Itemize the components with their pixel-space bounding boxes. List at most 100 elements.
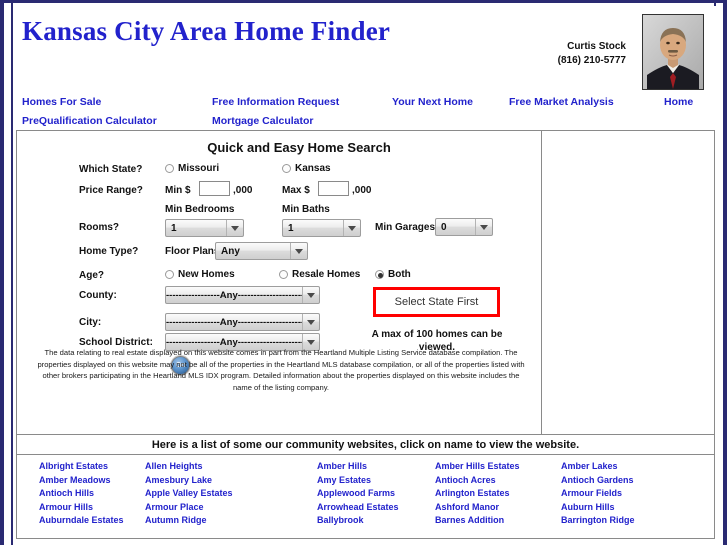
main-panel: Quick and Easy Home Search Which State? … — [16, 130, 715, 435]
min-garages-value: 0 — [441, 221, 447, 233]
min-bedrooms-select[interactable]: 1 — [165, 219, 244, 237]
community-link[interactable]: Barrington Ridge — [561, 515, 701, 529]
community-link[interactable]: Apple Valley Estates — [145, 488, 317, 502]
community-link[interactable]: Armour Fields — [561, 488, 701, 502]
radio-age-resale-homes[interactable]: Resale Homes — [279, 269, 360, 280]
agent-block: Curtis Stock (816) 210-5777 — [504, 14, 704, 90]
list-item: Amber Meadows Amesbury Lake Amy Estates … — [17, 475, 714, 489]
nav-link-your-next-home[interactable]: Your Next Home — [392, 96, 473, 108]
community-link[interactable]: Autumn Ridge — [145, 515, 317, 529]
community-link[interactable]: Auburndale Estates — [17, 515, 145, 529]
community-link[interactable]: Arlington Estates — [435, 488, 561, 502]
radio-kansas-label: Kansas — [295, 163, 331, 174]
price-max-input[interactable] — [318, 181, 349, 196]
nav-link-prequalification-calculator[interactable]: PreQualification Calculator — [22, 115, 157, 127]
community-link[interactable]: Amber Hills — [317, 461, 435, 475]
floor-plans-select[interactable]: Any — [215, 242, 308, 260]
list-item: Antioch Hills Apple Valley Estates Apple… — [17, 488, 714, 502]
community-link[interactable]: Amber Lakes — [561, 461, 701, 475]
home-search-form: Quick and Easy Home Search Which State? … — [17, 131, 542, 434]
label-rooms: Rooms? — [79, 222, 119, 233]
community-link[interactable]: Allen Heights — [145, 461, 317, 475]
community-heading-bar: Here is a list of some our community web… — [16, 435, 715, 455]
community-link[interactable]: Antioch Gardens — [561, 475, 701, 489]
community-link[interactable]: Ashford Manor — [435, 502, 561, 516]
community-link[interactable]: Auburn Hills — [561, 502, 701, 516]
select-state-first-button[interactable]: Select State First — [373, 287, 500, 317]
page-content: Kansas City Area Home Finder Curtis Stoc… — [14, 6, 717, 545]
community-link[interactable]: Arrowhead Estates — [317, 502, 435, 516]
label-price-max-suffix: ,000 — [352, 185, 372, 196]
chevron-down-icon — [302, 287, 319, 303]
list-item: Armour Hills Armour Place Arrowhead Esta… — [17, 502, 714, 516]
nav-link-homes-for-sale[interactable]: Homes For Sale — [22, 96, 101, 108]
frame-rule-left — [11, 3, 13, 545]
community-link[interactable]: Antioch Hills — [17, 488, 145, 502]
school-district-value: -----------------Any--------------------… — [166, 336, 302, 348]
city-select[interactable]: -----------------Any--------------------… — [165, 313, 320, 331]
community-link[interactable]: Amber Hills Estates — [435, 461, 561, 475]
label-price-min-prefix: Min $ — [165, 185, 191, 196]
list-item: Auburndale Estates Autumn Ridge Ballybro… — [17, 515, 714, 529]
radio-age-both[interactable]: Both — [375, 269, 411, 280]
page-frame: Kansas City Area Home Finder Curtis Stoc… — [0, 0, 727, 545]
agent-portrait-icon — [643, 15, 703, 89]
nav-link-free-market-analysis[interactable]: Free Market Analysis — [509, 96, 614, 108]
chevron-down-icon — [290, 243, 307, 259]
site-header: Kansas City Area Home Finder Curtis Stoc… — [14, 6, 717, 92]
radio-resale-homes-label: Resale Homes — [292, 269, 361, 280]
select-state-first-label: Select State First — [394, 296, 479, 308]
community-link[interactable]: Armour Hills — [17, 502, 145, 516]
community-links-grid: Albright Estates Allen Heights Amber Hil… — [16, 455, 715, 539]
nav-link-free-information-request[interactable]: Free Information Request — [212, 96, 339, 108]
radio-state-missouri[interactable]: Missouri — [165, 163, 219, 174]
chevron-down-icon — [343, 220, 360, 236]
label-county: County: — [79, 290, 117, 301]
avatar — [642, 14, 704, 90]
community-link[interactable]: Ballybrook — [317, 515, 435, 529]
min-garages-select[interactable]: 0 — [435, 218, 493, 236]
radio-missouri-icon — [165, 164, 174, 173]
community-link[interactable]: Amesbury Lake — [145, 475, 317, 489]
community-link[interactable]: Barnes Addition — [435, 515, 561, 529]
nav-link-home[interactable]: Home — [664, 96, 693, 108]
label-which-state: Which State? — [79, 164, 143, 175]
label-min-baths: Min Baths — [282, 204, 330, 215]
radio-kansas-icon — [282, 164, 291, 173]
min-baths-select[interactable]: 1 — [282, 219, 361, 237]
label-price-max-prefix: Max $ — [282, 185, 310, 196]
radio-missouri-label: Missouri — [178, 163, 220, 174]
county-value: -----------------Any--------------------… — [166, 289, 302, 301]
label-price-range: Price Range? — [79, 185, 143, 196]
county-select[interactable]: -----------------Any--------------------… — [165, 286, 320, 304]
min-bedrooms-value: 1 — [171, 222, 177, 234]
community-link[interactable]: Applewood Farms — [317, 488, 435, 502]
radio-state-kansas[interactable]: Kansas — [282, 163, 331, 174]
community-heading: Here is a list of some our community web… — [151, 438, 580, 451]
agent-phone: (816) 210-5777 — [557, 55, 626, 66]
label-min-garages: Min Garages? — [375, 222, 442, 233]
community-link[interactable]: Amy Estates — [317, 475, 435, 489]
min-baths-value: 1 — [288, 222, 294, 234]
price-min-input[interactable] — [199, 181, 230, 196]
radio-both-icon — [375, 270, 384, 279]
community-link[interactable]: Antioch Acres — [435, 475, 561, 489]
chevron-down-icon — [475, 219, 492, 235]
community-link[interactable]: Armour Place — [145, 502, 317, 516]
community-link[interactable]: Amber Meadows — [17, 475, 145, 489]
radio-age-new-homes[interactable]: New Homes — [165, 269, 235, 280]
chevron-down-icon — [302, 314, 319, 330]
mls-disclaimer: The data relating to real estate display… — [37, 348, 525, 392]
label-price-min-suffix: ,000 — [233, 185, 253, 196]
right-sidebar-panel — [542, 131, 714, 434]
nav-row-1: Homes For Sale Free Information Request … — [14, 96, 717, 115]
nav-link-mortgage-calculator[interactable]: Mortgage Calculator — [212, 115, 314, 127]
floor-plans-value: Any — [221, 245, 240, 257]
radio-new-homes-label: New Homes — [178, 269, 235, 280]
community-link[interactable]: Albright Estates — [17, 461, 145, 475]
label-city: City: — [79, 317, 102, 328]
agent-name: Curtis Stock — [567, 41, 626, 52]
label-floor-plans: Floor Plans — [165, 246, 220, 257]
list-item: Albright Estates Allen Heights Amber Hil… — [17, 461, 714, 475]
label-min-bedrooms: Min Bedrooms — [165, 204, 235, 215]
